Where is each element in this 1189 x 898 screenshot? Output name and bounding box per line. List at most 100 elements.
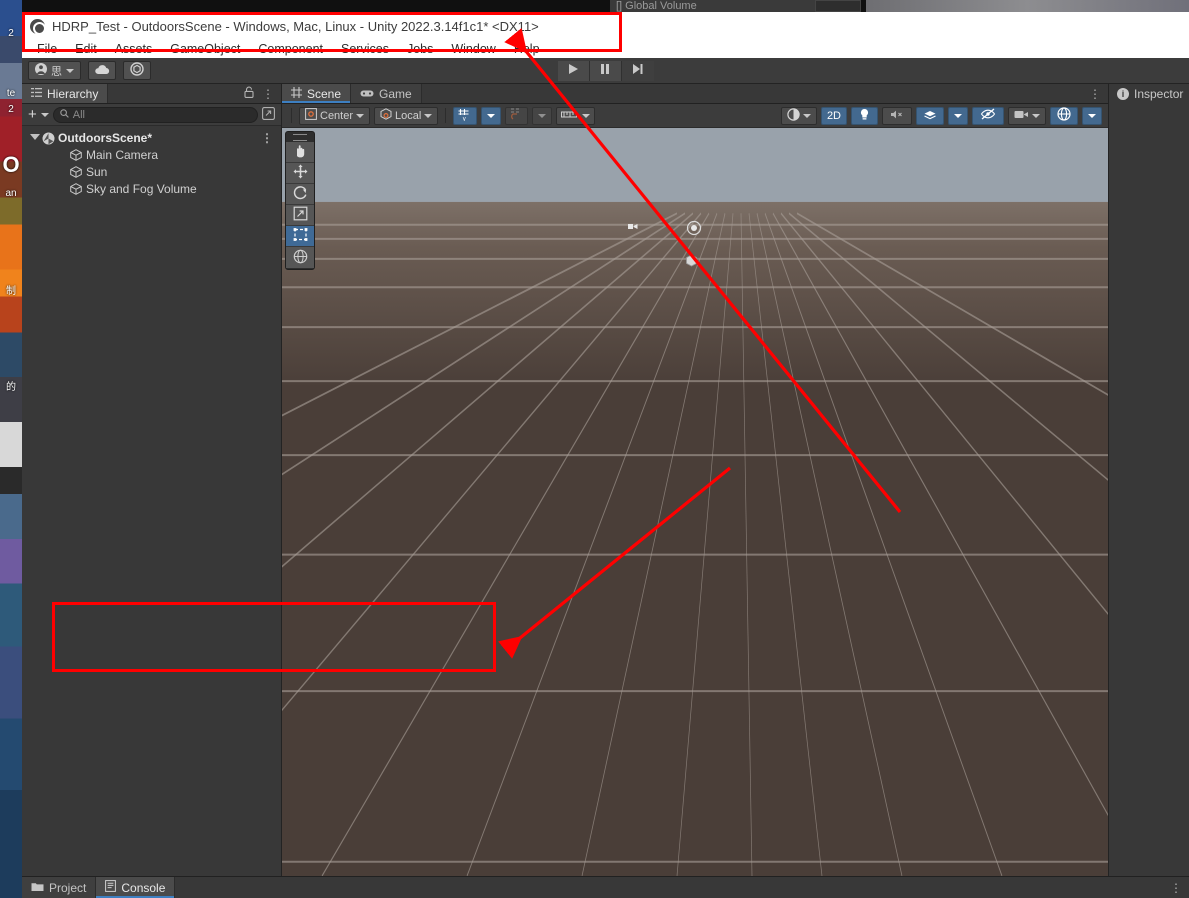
- overlay-drag-handle[interactable]: [291, 132, 309, 142]
- hierarchy-scene-label: OutdoorsScene*: [58, 130, 153, 145]
- rotate-tool-button[interactable]: [286, 184, 314, 205]
- menu-bar: File Edit Assets GameObject Component Se…: [22, 40, 1189, 58]
- account-icon: [35, 63, 47, 78]
- menu-item-gameobject[interactable]: GameObject: [161, 40, 249, 58]
- lighting-toggle[interactable]: [851, 106, 878, 125]
- scene-view-options: 2D: [780, 106, 1102, 125]
- light-gizmo-icon[interactable]: [686, 220, 702, 239]
- cloud-button[interactable]: [88, 61, 116, 80]
- bg-glyph: 2: [8, 104, 14, 115]
- gizmos-dropdown[interactable]: [1082, 106, 1102, 125]
- step-button[interactable]: [621, 60, 654, 81]
- 2d-toggle[interactable]: 2D: [820, 106, 847, 125]
- menu-item-jobs[interactable]: Jobs: [398, 40, 442, 58]
- chevron-down-icon[interactable]: [30, 134, 40, 140]
- hierarchy-search-input[interactable]: All: [52, 106, 258, 123]
- window-title: HDRP_Test - OutdoorsScene - Windows, Mac…: [52, 18, 539, 34]
- left-column: Hierarchy ⋮ + All OutdoorsScene* ⋮ Main …: [22, 84, 282, 876]
- pivot-center-icon: [305, 108, 317, 123]
- pause-icon: [600, 63, 610, 78]
- chevron-down-icon: [582, 113, 591, 118]
- grid-snap-dropdown[interactable]: [481, 106, 502, 125]
- chevron-down-icon: [954, 113, 962, 118]
- account-button[interactable]: 思: [28, 61, 81, 80]
- chevron-down-icon[interactable]: [40, 112, 49, 117]
- audio-toggle-icon: [890, 108, 904, 124]
- kebab-menu-icon[interactable]: ⋮: [261, 131, 281, 145]
- menu-item-assets[interactable]: Assets: [106, 40, 162, 58]
- scene-viewport[interactable]: [282, 128, 1108, 876]
- chevron-down-icon: [1088, 113, 1096, 118]
- tab-console[interactable]: Console: [96, 877, 176, 898]
- camera-gizmo-icon[interactable]: [627, 220, 639, 234]
- hidden-objects-toggle[interactable]: [972, 106, 1004, 125]
- move-tool-button[interactable]: [286, 163, 314, 184]
- pivot-mode-button[interactable]: Center: [299, 106, 371, 125]
- add-gameobject-button[interactable]: +: [28, 107, 37, 122]
- tab-hierarchy-label: Hierarchy: [47, 86, 99, 101]
- bg-glyph: O: [2, 152, 20, 177]
- pivot-mode-label: Center: [320, 109, 354, 122]
- chevron-down-icon: [487, 113, 496, 118]
- tab-game[interactable]: Game: [351, 84, 422, 103]
- hierarchy-item-sky-and-fog-volume[interactable]: Sky and Fog Volume: [22, 180, 281, 197]
- kebab-menu-icon[interactable]: ⋮: [1089, 87, 1101, 101]
- shading-mode-icon: [787, 107, 800, 124]
- tab-inspector[interactable]: i Inspector: [1109, 84, 1189, 104]
- move-icon: [293, 164, 308, 182]
- rotation-mode-button[interactable]: Local: [374, 106, 439, 125]
- snap-increment-dropdown[interactable]: [532, 106, 553, 125]
- kebab-menu-icon[interactable]: ⋮: [262, 87, 274, 101]
- background-arrow-button: [815, 0, 861, 12]
- services-settings-button[interactable]: [123, 61, 151, 80]
- menu-item-file[interactable]: File: [28, 40, 66, 58]
- tab-scene[interactable]: Scene: [282, 84, 352, 103]
- unity-icon: [30, 18, 46, 35]
- scene-camera-button[interactable]: [1008, 106, 1046, 125]
- grid-snap-icon: y: [458, 108, 472, 124]
- menu-item-window[interactable]: Window: [442, 40, 504, 58]
- snap-ruler-toggle[interactable]: [556, 106, 596, 125]
- audio-toggle[interactable]: [882, 106, 912, 125]
- hierarchy-item-main-camera[interactable]: Main Camera: [22, 146, 281, 163]
- rect-tool-button[interactable]: [286, 226, 314, 247]
- expand-window-icon[interactable]: [262, 106, 275, 123]
- lock-icon[interactable]: [244, 86, 254, 101]
- console-panel: Project Console ⋮ Clear Collapse Error P…: [22, 876, 1189, 898]
- scale-icon: [293, 206, 308, 224]
- gameobject-icon: [70, 182, 82, 195]
- hand-tool-button[interactable]: [286, 142, 314, 163]
- effects-toggle[interactable]: [916, 106, 944, 125]
- search-icon: [60, 108, 69, 121]
- play-icon: [568, 63, 579, 78]
- kebab-menu-icon[interactable]: ⋮: [1170, 881, 1182, 895]
- play-button[interactable]: [557, 60, 590, 81]
- scene-icon: [42, 132, 55, 144]
- menu-item-help[interactable]: Help: [505, 40, 549, 58]
- menu-item-services[interactable]: Services: [332, 40, 398, 58]
- transform-icon: [293, 249, 308, 267]
- pause-button[interactable]: [589, 60, 622, 81]
- divider: [445, 108, 447, 123]
- snap-increment-toggle[interactable]: [505, 106, 529, 125]
- menu-item-component[interactable]: Component: [249, 40, 332, 58]
- effects-dropdown[interactable]: [948, 106, 968, 125]
- menu-item-edit[interactable]: Edit: [66, 40, 106, 58]
- hierarchy-scene-row[interactable]: OutdoorsScene* ⋮: [22, 129, 281, 146]
- bg-glyph: an: [5, 188, 17, 199]
- scale-tool-button[interactable]: [286, 205, 314, 226]
- hierarchy-panel: Hierarchy ⋮ + All OutdoorsScene* ⋮ Main …: [22, 84, 282, 876]
- gizmos-toggle[interactable]: [1050, 106, 1078, 125]
- hidden-objects-toggle-icon: [980, 108, 996, 123]
- hierarchy-item-sun[interactable]: Sun: [22, 163, 281, 180]
- volume-gizmo-icon[interactable]: [685, 254, 698, 270]
- tab-project[interactable]: Project: [22, 877, 97, 898]
- tab-inspector-label: Inspector: [1134, 87, 1184, 101]
- transform-tool-button[interactable]: [286, 247, 314, 268]
- shading-mode-button[interactable]: [780, 106, 817, 125]
- account-label: 思: [51, 65, 62, 78]
- tab-hierarchy[interactable]: Hierarchy: [22, 84, 109, 103]
- scene-column: Scene Game ⋮ Center Local y 2D: [282, 84, 1108, 876]
- scene-panel: Scene Game ⋮ Center Local y 2D: [282, 84, 1108, 876]
- grid-snap-toggle[interactable]: y: [453, 106, 478, 125]
